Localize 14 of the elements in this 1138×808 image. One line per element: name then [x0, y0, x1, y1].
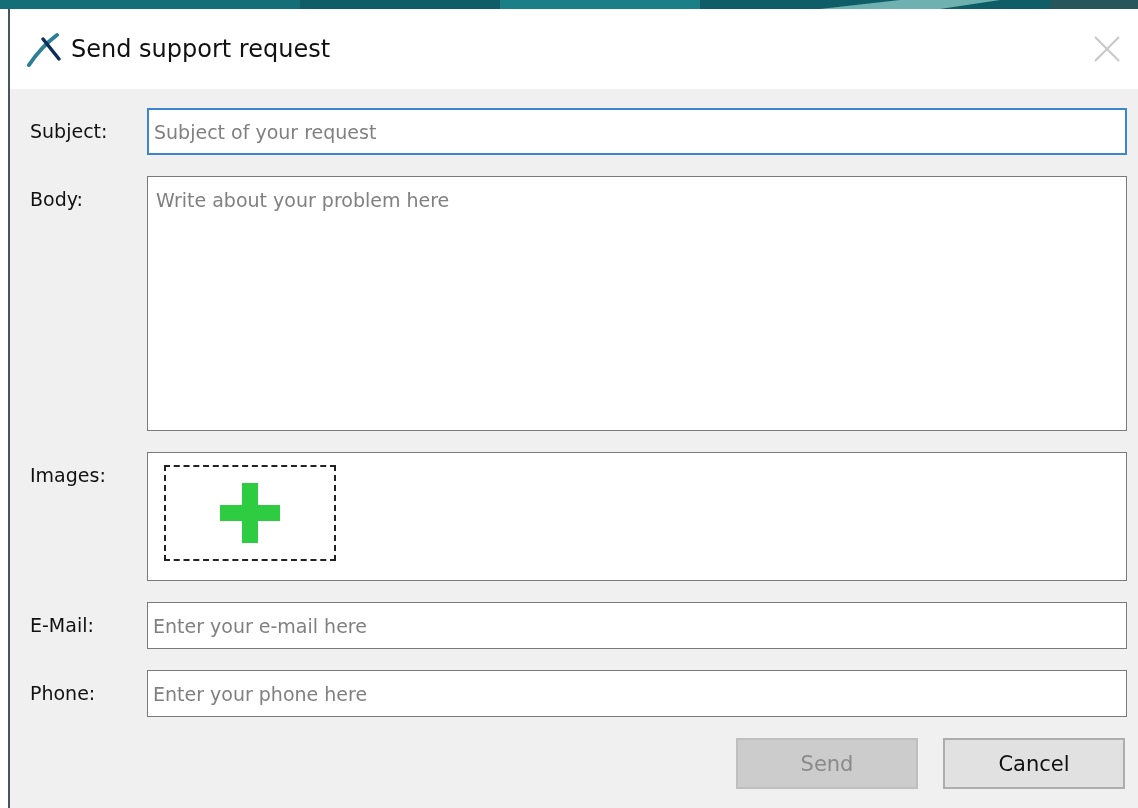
- text-field[interactable]: Enter your e-mail here: [147, 602, 1127, 649]
- add-image-button[interactable]: [164, 465, 336, 561]
- app-logo-icon: [27, 31, 63, 67]
- text-field[interactable]: Enter your phone here: [147, 670, 1127, 717]
- field-label: Body:: [30, 187, 84, 212]
- window-title: Send support request: [71, 35, 332, 63]
- dialog-button[interactable]: Cancel: [943, 738, 1125, 789]
- text-area[interactable]: Write about your problem here: [147, 176, 1127, 431]
- field-label: E-Mail:: [30, 613, 95, 638]
- text-field[interactable]: Subject of your request: [147, 108, 1127, 155]
- field-label: Phone:: [30, 681, 97, 706]
- field-label: Images:: [30, 463, 107, 488]
- plus-icon: [220, 483, 280, 543]
- field-label: Subject:: [30, 119, 109, 144]
